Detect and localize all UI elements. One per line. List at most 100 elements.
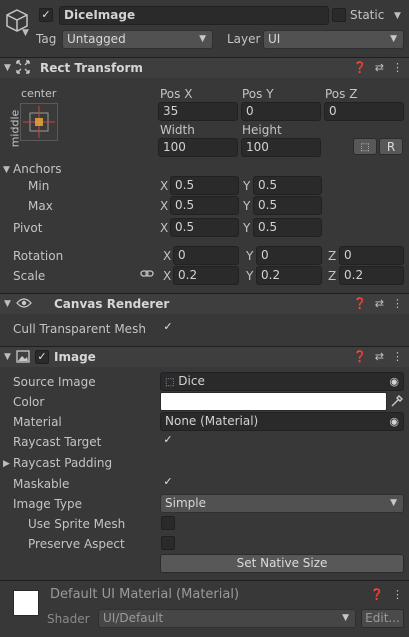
pos-z-label: Pos Z bbox=[325, 87, 358, 101]
chevron-down-icon: ▼ bbox=[390, 34, 397, 44]
use-sprite-mesh-checkbox[interactable] bbox=[161, 516, 175, 530]
scale-z-field[interactable]: 0.2 bbox=[339, 266, 404, 285]
material-footer-title: Default UI Material (Material) bbox=[50, 587, 240, 602]
image-enabled-checkbox[interactable]: ✓ bbox=[35, 350, 49, 364]
color-swatch[interactable] bbox=[160, 392, 387, 411]
max-x-axis-label: X bbox=[160, 199, 169, 213]
anchor-presets-button[interactable] bbox=[20, 103, 58, 141]
canvas-renderer-title: Canvas Renderer bbox=[54, 297, 170, 311]
image-title: Image bbox=[54, 350, 96, 364]
pos-y-field[interactable]: 0 bbox=[241, 102, 321, 121]
pos-x-field[interactable]: 35 bbox=[158, 102, 238, 121]
pivot-x-axis-label: X bbox=[160, 221, 169, 235]
object-picker-icon[interactable]: ◉ bbox=[389, 413, 399, 430]
height-field[interactable]: 100 bbox=[241, 138, 321, 157]
pos-y-label: Pos Y bbox=[242, 87, 274, 101]
rotation-x-field[interactable]: 0 bbox=[173, 246, 239, 265]
eye-icon bbox=[16, 297, 32, 309]
static-dropdown-arrow[interactable]: ▼ bbox=[394, 11, 401, 21]
tag-value: Untagged bbox=[67, 32, 126, 46]
shader-label: Shader bbox=[47, 612, 90, 626]
layer-value: UI bbox=[268, 32, 281, 46]
presets-icon[interactable]: ⇄ bbox=[375, 350, 384, 363]
source-image-label: Source Image bbox=[13, 375, 96, 389]
image-type-label: Image Type bbox=[13, 497, 82, 511]
anchor-max-x-field[interactable]: 0.5 bbox=[170, 196, 239, 215]
raw-edit-button[interactable]: R bbox=[379, 138, 403, 155]
image-header[interactable]: ▼ ✓ Image ❓ ⇄ ⋮ bbox=[0, 346, 409, 367]
help-icon[interactable]: ❓ bbox=[353, 350, 367, 363]
anchor-min-y-field[interactable]: 0.5 bbox=[253, 176, 322, 195]
pos-z-field[interactable]: 0 bbox=[324, 102, 404, 121]
scale-x-axis-label: X bbox=[163, 269, 172, 283]
raycast-padding-fold-arrow[interactable]: ▶ bbox=[3, 459, 10, 469]
set-native-size-button[interactable]: Set Native Size bbox=[160, 554, 404, 573]
material-field[interactable]: None (Material) ◉ bbox=[160, 412, 404, 431]
fold-arrow-icon[interactable]: ▼ bbox=[4, 299, 11, 309]
rot-z-axis-label: Z bbox=[328, 249, 337, 263]
anchor-min-x-field[interactable]: 0.5 bbox=[170, 176, 239, 195]
help-icon[interactable]: ❓ bbox=[353, 61, 367, 74]
tag-label: Tag bbox=[36, 32, 57, 46]
eyedropper-icon[interactable] bbox=[390, 394, 404, 408]
help-icon[interactable]: ❓ bbox=[370, 588, 384, 601]
link-icon[interactable] bbox=[140, 268, 154, 280]
raycast-padding-label[interactable]: Raycast Padding bbox=[13, 456, 112, 470]
scale-z-axis-label: Z bbox=[328, 269, 337, 283]
rect-transform-header[interactable]: ▼ Rect Transform ❓ ⇄ ⋮ bbox=[0, 57, 409, 78]
layer-label: Layer bbox=[227, 32, 261, 46]
shader-dropdown[interactable]: UI/Default ▼ bbox=[98, 609, 356, 628]
more-menu-icon[interactable]: ⋮ bbox=[392, 350, 403, 363]
rotation-y-field[interactable]: 0 bbox=[256, 246, 322, 265]
canvas-renderer-header[interactable]: ▼ Canvas Renderer ❓ ⇄ ⋮ bbox=[0, 293, 409, 314]
static-checkbox[interactable] bbox=[332, 8, 346, 22]
scale-y-field[interactable]: 0.2 bbox=[256, 266, 322, 285]
scale-x-field[interactable]: 0.2 bbox=[173, 266, 239, 285]
material-separator bbox=[0, 580, 409, 581]
preserve-aspect-checkbox[interactable] bbox=[161, 536, 175, 550]
pos-x-label: Pos X bbox=[160, 87, 193, 101]
rotation-z-field[interactable]: 0 bbox=[339, 246, 404, 265]
active-checkbox[interactable]: ✓ bbox=[39, 8, 53, 22]
anchors-label[interactable]: Anchors bbox=[13, 162, 62, 176]
min-x-axis-label: X bbox=[160, 179, 169, 193]
blueprint-mode-button[interactable]: ⬚ bbox=[353, 138, 377, 155]
raycast-target-checkbox[interactable]: ✓ bbox=[161, 434, 175, 448]
sprite-icon: ⬚ bbox=[165, 377, 175, 388]
anchor-max-y-field[interactable]: 0.5 bbox=[253, 196, 322, 215]
anchors-max-label: Max bbox=[28, 199, 53, 213]
chevron-down-icon: ▼ bbox=[199, 34, 206, 44]
help-icon[interactable]: ❓ bbox=[353, 297, 367, 310]
more-menu-icon[interactable]: ⋮ bbox=[392, 588, 403, 601]
min-y-axis-label: Y bbox=[243, 179, 251, 193]
anchors-fold-arrow[interactable]: ▼ bbox=[3, 165, 10, 175]
maskable-checkbox[interactable]: ✓ bbox=[161, 476, 175, 490]
cull-transparent-mesh-checkbox[interactable]: ✓ bbox=[161, 321, 175, 335]
use-sprite-mesh-label: Use Sprite Mesh bbox=[28, 517, 126, 531]
object-picker-icon[interactable]: ◉ bbox=[389, 373, 399, 390]
pivot-y-field[interactable]: 0.5 bbox=[253, 218, 322, 237]
height-label: Height bbox=[242, 123, 282, 137]
fold-arrow-icon[interactable]: ▼ bbox=[4, 63, 11, 73]
max-y-axis-label: Y bbox=[243, 199, 251, 213]
cull-transparent-mesh-label: Cull Transparent Mesh bbox=[13, 322, 146, 336]
width-field[interactable]: 100 bbox=[158, 138, 238, 157]
more-menu-icon[interactable]: ⋮ bbox=[392, 61, 403, 74]
pivot-x-field[interactable]: 0.5 bbox=[170, 218, 239, 237]
more-menu-icon[interactable]: ⋮ bbox=[392, 297, 403, 310]
anchors-min-label: Min bbox=[28, 179, 50, 193]
rot-y-axis-label: Y bbox=[246, 249, 254, 263]
rotation-label: Rotation bbox=[13, 249, 64, 263]
presets-icon[interactable]: ⇄ bbox=[375, 297, 384, 310]
presets-icon[interactable]: ⇄ bbox=[375, 61, 384, 74]
layer-dropdown[interactable]: UI ▼ bbox=[263, 30, 404, 49]
source-image-field[interactable]: ⬚ Dice ◉ bbox=[160, 372, 404, 391]
tag-dropdown[interactable]: Untagged ▼ bbox=[62, 30, 213, 49]
image-type-dropdown[interactable]: Simple ▼ bbox=[160, 494, 404, 513]
object-icon-dropdown-arrow[interactable]: ▼ bbox=[22, 28, 29, 38]
fold-arrow-icon[interactable]: ▼ bbox=[4, 352, 11, 362]
shader-value: UI/Default bbox=[103, 611, 164, 625]
material-label: Material bbox=[13, 415, 62, 429]
edit-shader-button[interactable]: Edit... bbox=[361, 609, 404, 628]
object-name-field[interactable]: DiceImage bbox=[59, 6, 329, 25]
